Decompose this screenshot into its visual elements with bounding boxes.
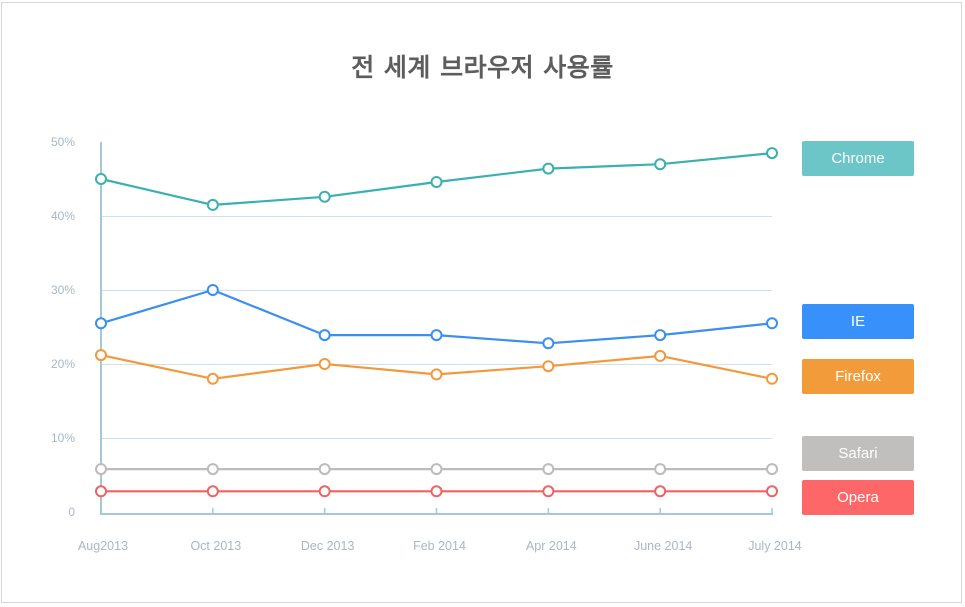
data-point-chrome xyxy=(318,190,331,203)
x-tick-label: Dec 2013 xyxy=(301,539,355,553)
gridlines xyxy=(101,216,772,439)
x-tick-label: Aug2013 xyxy=(78,539,128,553)
axes xyxy=(100,142,773,515)
series-ie xyxy=(95,284,778,350)
data-point-opera xyxy=(95,485,107,498)
data-point-chrome xyxy=(654,158,667,171)
data-point-opera xyxy=(318,485,331,498)
y-tick-label: 0 xyxy=(68,505,75,519)
data-point-opera xyxy=(206,485,219,498)
y-tick-label: 30% xyxy=(51,283,75,297)
legend-item-firefox[interactable]: Firefox xyxy=(802,359,914,394)
data-point-firefox xyxy=(318,358,331,370)
data-point-opera xyxy=(542,485,555,498)
legend-item-ie[interactable]: IE xyxy=(802,304,914,339)
series-chrome xyxy=(95,147,778,211)
y-tick-labels: 0 10% 20% 30% 40% 50% xyxy=(51,135,75,519)
legend-item-safari[interactable]: Safari xyxy=(802,436,914,471)
data-point-ie xyxy=(206,284,219,296)
data-point-firefox xyxy=(542,360,555,373)
series-safari xyxy=(95,463,778,476)
series-opera xyxy=(95,485,778,498)
data-point-ie xyxy=(430,329,443,342)
data-point-ie xyxy=(95,317,107,330)
data-point-ie xyxy=(318,329,331,342)
y-tick-label: 40% xyxy=(51,209,75,223)
data-point-firefox xyxy=(430,368,443,381)
data-point-safari xyxy=(654,463,667,476)
data-point-chrome xyxy=(542,162,555,175)
series-lines xyxy=(95,147,778,498)
x-tick-label: Apr 2014 xyxy=(526,539,577,553)
data-point-chrome xyxy=(206,198,219,211)
data-point-firefox xyxy=(206,372,219,385)
data-point-safari xyxy=(766,463,778,476)
data-point-safari xyxy=(542,463,555,476)
data-point-chrome xyxy=(430,176,443,188)
data-point-firefox xyxy=(654,349,667,362)
data-point-opera xyxy=(430,485,443,498)
x-tick-label: July 2014 xyxy=(748,539,802,553)
x-tick-label: Oct 2013 xyxy=(190,539,241,553)
data-point-chrome xyxy=(766,147,778,160)
data-point-safari xyxy=(430,463,443,476)
data-point-ie xyxy=(766,317,778,330)
data-point-safari xyxy=(95,463,107,476)
y-tick-label: 20% xyxy=(51,357,75,371)
data-point-safari xyxy=(318,463,331,476)
data-point-firefox xyxy=(95,349,107,362)
data-point-opera xyxy=(766,485,778,498)
data-point-safari xyxy=(206,463,219,476)
y-tick-label: 10% xyxy=(51,431,75,445)
data-point-chrome xyxy=(95,173,107,185)
data-point-ie xyxy=(654,329,667,342)
legend-item-chrome[interactable]: Chrome xyxy=(802,141,914,176)
data-point-firefox xyxy=(766,372,778,385)
series-firefox xyxy=(95,349,778,385)
data-point-ie xyxy=(542,337,555,350)
x-tick-labels: Aug2013 Oct 2013 Dec 2013 Feb 2014 Apr 2014 J… xyxy=(78,539,802,553)
x-tick-label: Feb 2014 xyxy=(413,539,466,553)
data-point-opera xyxy=(654,485,667,498)
y-tick-label: 50% xyxy=(51,135,75,149)
legend-item-opera[interactable]: Opera xyxy=(802,480,914,515)
x-tick-label: June 2014 xyxy=(634,539,692,553)
